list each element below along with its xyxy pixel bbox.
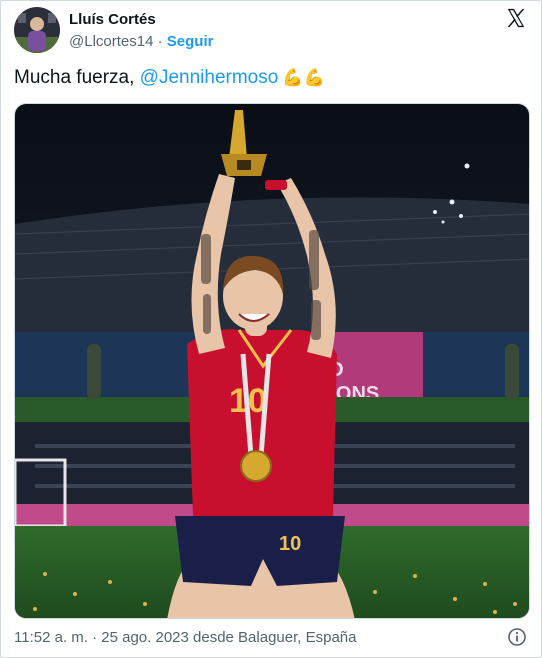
x-logo-icon[interactable] xyxy=(505,7,527,29)
avatar[interactable] xyxy=(14,7,60,53)
author-meta: @Llcortes14 · Seguir xyxy=(69,33,213,50)
flexed-biceps-icon: 💪💪 xyxy=(282,68,325,87)
tweet-photo[interactable]: LD PIONS 10 xyxy=(14,103,530,619)
shorts-number: 10 xyxy=(279,533,301,555)
separator-dot: · xyxy=(157,33,163,50)
tweet-timestamp[interactable]: 11:52 a. m. · 25 ago. 2023 desde Balague… xyxy=(14,629,356,646)
author-handle[interactable]: @Llcortes14 xyxy=(69,33,153,50)
follow-button[interactable]: Seguir xyxy=(167,33,214,50)
tweet-body: Mucha fuerza, xyxy=(14,67,140,88)
author-name[interactable]: Lluís Cortés xyxy=(69,11,156,28)
tweet-card: Lluís Cortés @Llcortes14 · Seguir Mucha … xyxy=(0,0,542,658)
mention-link[interactable]: @Jennihermoso xyxy=(140,67,279,88)
info-icon[interactable] xyxy=(507,627,527,647)
tweet-text: Mucha fuerza, @Jennihermoso 💪💪 xyxy=(14,67,325,89)
